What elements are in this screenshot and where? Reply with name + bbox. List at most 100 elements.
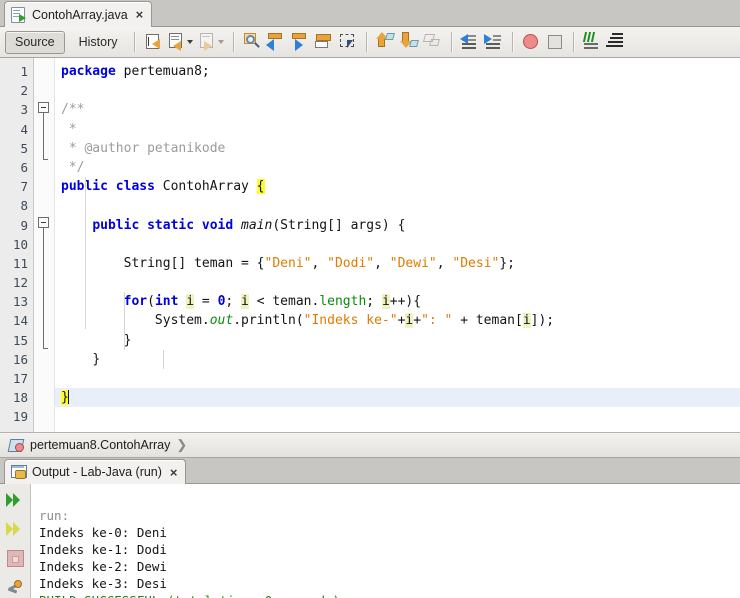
code-line: public static void main(String[] args) { xyxy=(92,217,406,233)
line-number: 1 xyxy=(20,64,28,79)
line-number: 5 xyxy=(20,140,28,156)
gray-square-icon[interactable] xyxy=(543,30,567,54)
line-number: 2 xyxy=(20,83,28,99)
breadcrumb[interactable]: pertemuan8.ContohArray ❯ xyxy=(0,433,740,458)
line-number: 19 xyxy=(12,409,28,425)
red-circle-icon[interactable] xyxy=(519,30,543,54)
chevron-right-icon[interactable]: ❯ xyxy=(176,437,187,453)
output-window-icon xyxy=(11,465,27,479)
output-tab-lab-java[interactable]: Output - Lab-Java (run) × xyxy=(4,459,186,484)
line-number: 7 xyxy=(20,179,28,195)
line-number: 11 xyxy=(12,255,28,271)
code-line: * @author petanikode xyxy=(61,140,226,156)
line-number: 16 xyxy=(12,351,28,367)
document-tab-label: ContohArray.java xyxy=(32,7,128,22)
line-number: 6 xyxy=(20,159,28,175)
output-settings-button[interactable] xyxy=(4,578,26,598)
box-arrow-right-icon[interactable] xyxy=(288,30,312,54)
line-number: 12 xyxy=(12,275,28,291)
toolbar-separator xyxy=(232,32,234,52)
line-number: 9 xyxy=(20,217,28,233)
output-tab-bar: Output - Lab-Java (run) × xyxy=(0,458,740,484)
fold-line xyxy=(43,113,44,159)
line-number: 14 xyxy=(12,313,28,329)
code-text-area[interactable]: package pertemuan8; /** * * @author peta… xyxy=(55,58,740,432)
code-line: } xyxy=(123,332,132,348)
text-caret xyxy=(67,390,69,405)
code-line: System.out.println("Indeks ke-"+i+": " +… xyxy=(154,313,555,329)
toolbar-separator xyxy=(572,32,574,52)
line-number: 3 xyxy=(20,102,28,118)
fold-toggle-javadoc[interactable] xyxy=(38,102,49,113)
output-text[interactable]: run: Indeks ke-0: Deni Indeks ke-1: Dodi… xyxy=(31,484,740,598)
code-fold-column[interactable] xyxy=(34,58,55,432)
output-window: Output - Lab-Java (run) × run: Indeks ke… xyxy=(0,458,740,598)
last-edit-icon[interactable] xyxy=(141,30,165,54)
doc-forward-icon[interactable] xyxy=(196,30,220,54)
indent-guide xyxy=(124,292,125,350)
line-number: 10 xyxy=(12,236,28,252)
code-line: for(int i = 0; i < teman.length; i++){ xyxy=(123,294,422,310)
document-tab-contoharray[interactable]: ContohArray.java × xyxy=(4,1,153,27)
black-lines-icon[interactable] xyxy=(604,30,628,54)
code-line: public class ContohArray { xyxy=(61,179,265,195)
output-line: Indeks ke-3: Desi xyxy=(39,576,167,591)
fold-line xyxy=(43,228,44,348)
class-icon xyxy=(7,438,25,452)
tab-history[interactable]: History xyxy=(69,31,128,54)
indent-guide xyxy=(85,177,86,329)
close-icon[interactable]: × xyxy=(170,466,178,479)
rerun-alt-button[interactable] xyxy=(4,519,26,539)
code-line: package pertemuan8; xyxy=(61,64,210,79)
line-number: 15 xyxy=(12,332,28,348)
toolbar-separator xyxy=(365,32,367,52)
output-line: Indeks ke-0: Deni xyxy=(39,525,167,540)
document-tab-bar: ContohArray.java × xyxy=(0,0,740,27)
stop-button[interactable] xyxy=(4,549,26,569)
green-scribble-lines-icon[interactable] xyxy=(580,30,604,54)
code-line: /** xyxy=(61,102,85,118)
line-number: 18 xyxy=(12,390,28,406)
code-line: * xyxy=(61,121,77,137)
box-arrow-left-icon[interactable] xyxy=(264,30,288,54)
rerun-button[interactable] xyxy=(4,490,26,510)
magnifier-icon[interactable] xyxy=(240,30,264,54)
code-line-current: } xyxy=(55,388,740,408)
code-line: */ xyxy=(61,159,85,175)
output-line: Indeks ke-1: Dodi xyxy=(39,542,167,557)
output-tab-label: Output - Lab-Java (run) xyxy=(32,465,162,479)
arrow-right-lines-icon[interactable] xyxy=(482,30,506,54)
netbeans-window: ContohArray.java × Source History 1 2 3 … xyxy=(0,0,740,598)
fold-line-foot xyxy=(43,348,48,349)
code-line: } xyxy=(92,351,101,367)
line-number: 13 xyxy=(12,294,28,310)
line-number: 8 xyxy=(20,198,28,214)
chevron-down-icon[interactable] xyxy=(217,40,224,44)
fold-toggle-main-method[interactable] xyxy=(38,217,49,228)
toolbar-separator xyxy=(450,32,452,52)
output-line: Indeks ke-2: Dewi xyxy=(39,559,167,574)
tab-history-label: History xyxy=(78,35,118,49)
marquee-icon[interactable] xyxy=(336,30,360,54)
arrow-left-lines-icon[interactable] xyxy=(458,30,482,54)
toolbar-separator xyxy=(133,32,135,52)
editor-toolbar: Source History xyxy=(0,27,740,58)
breadcrumb-path[interactable]: pertemuan8.ContohArray xyxy=(30,438,170,452)
box-stack-icon[interactable] xyxy=(312,30,336,54)
tag-outline-icon[interactable] xyxy=(421,30,445,54)
arrow-up-tag-icon[interactable] xyxy=(373,30,397,54)
output-side-toolbar xyxy=(0,484,31,598)
arrow-down-tag-icon[interactable] xyxy=(397,30,421,54)
close-icon[interactable]: × xyxy=(136,8,144,21)
doc-back-icon[interactable] xyxy=(165,30,189,54)
tab-source[interactable]: Source xyxy=(5,30,65,54)
java-file-icon xyxy=(11,7,26,23)
line-number-gutter: 1 2 3 4 5 6 7 8 9 10 11 12 13 14 15 16 1… xyxy=(0,58,34,432)
indent-guide xyxy=(163,350,164,369)
code-editor[interactable]: 1 2 3 4 5 6 7 8 9 10 11 12 13 14 15 16 1… xyxy=(0,58,740,433)
output-line: run: xyxy=(39,508,70,523)
